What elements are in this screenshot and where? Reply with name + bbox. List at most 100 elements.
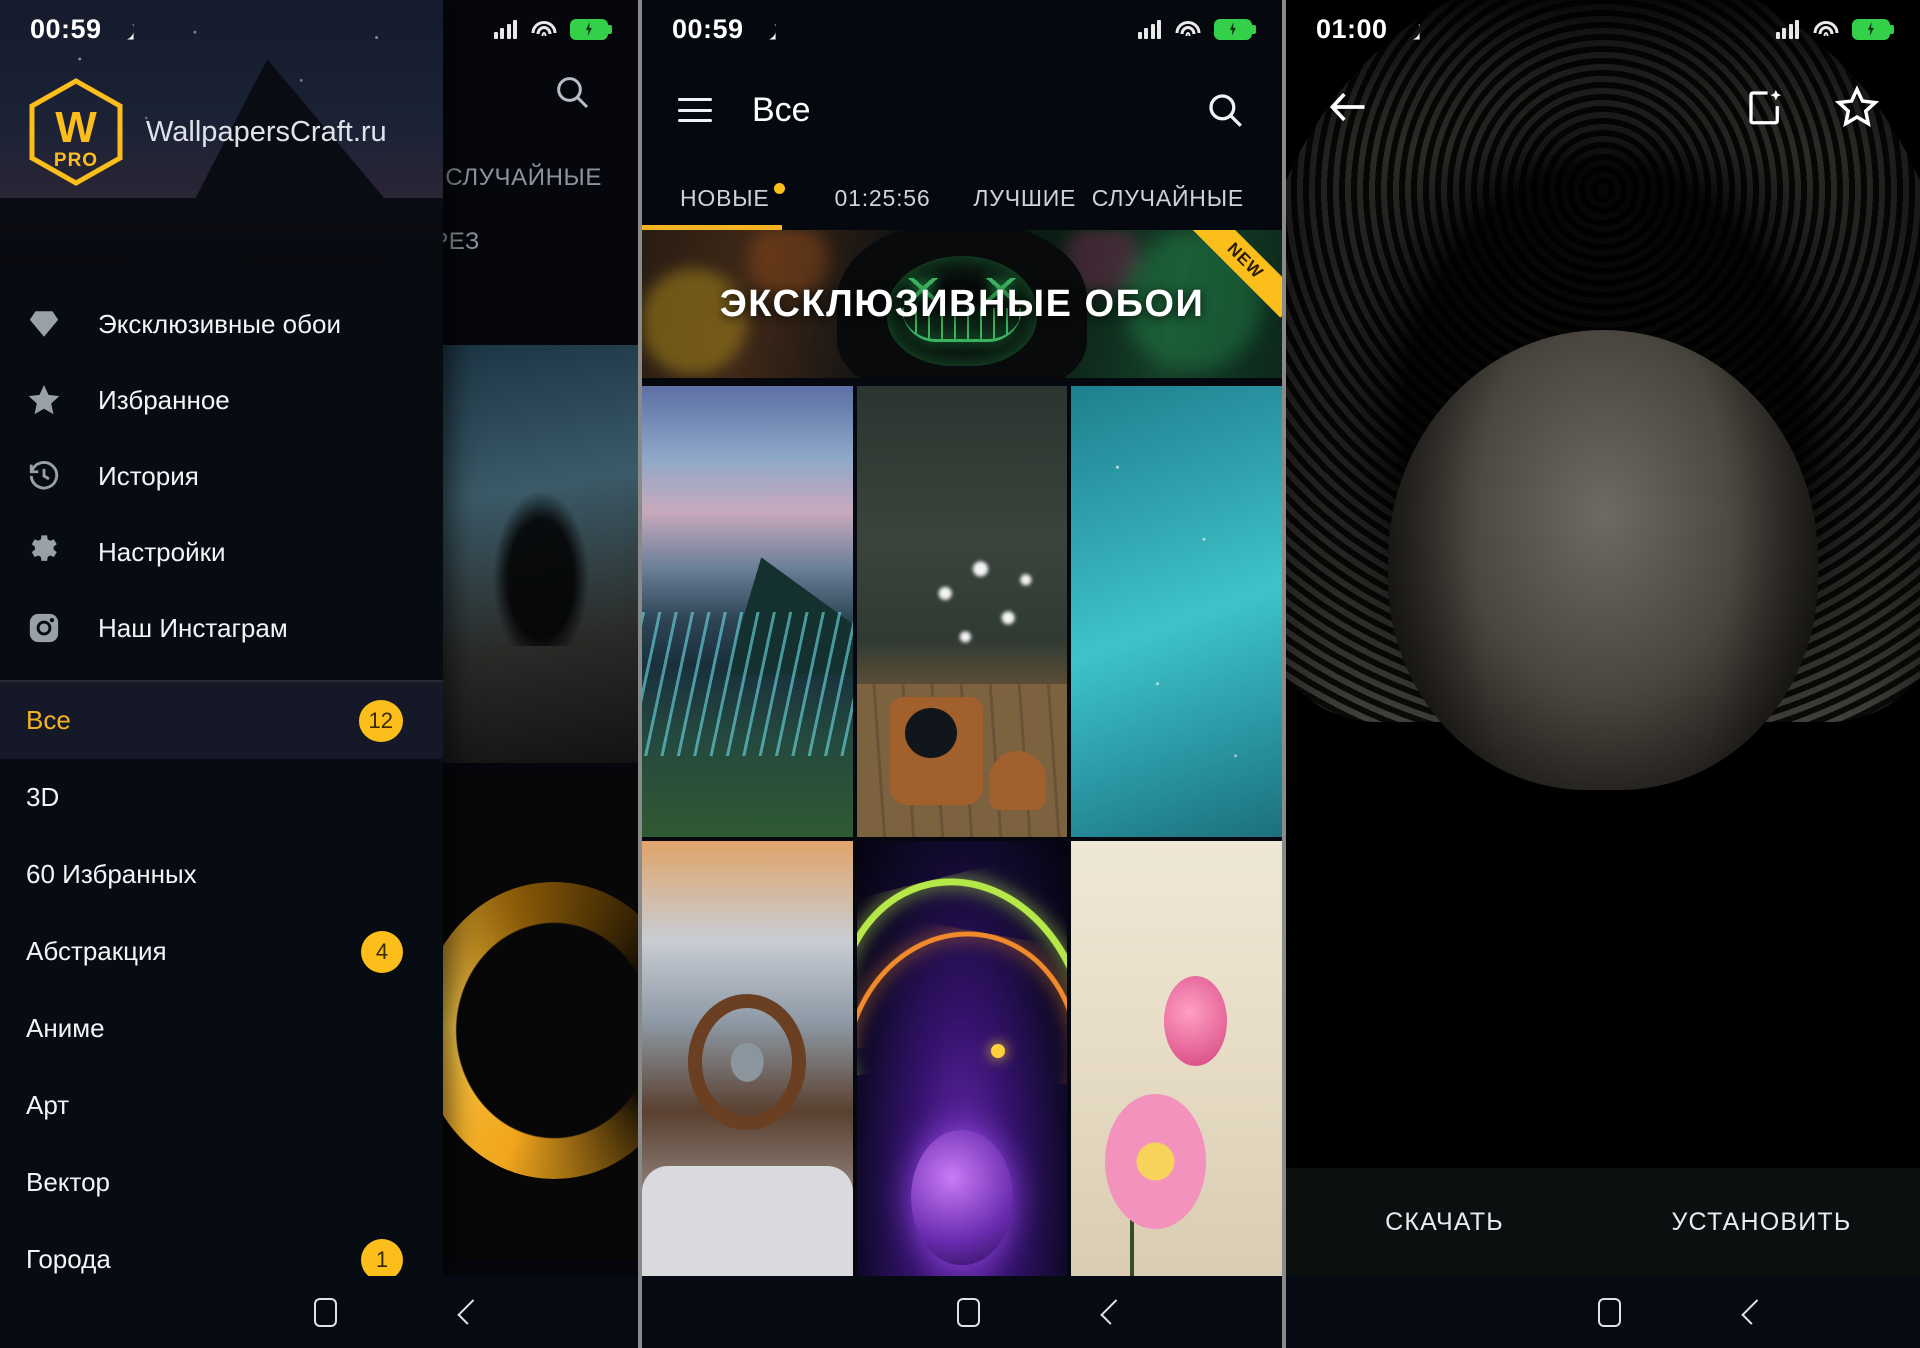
system-navigation-bar: [642, 1276, 1282, 1348]
category-item-abstraction[interactable]: Абстракция 4: [0, 913, 443, 990]
do-not-disturb-moon-icon: [113, 19, 134, 40]
back-icon[interactable]: [1741, 1299, 1767, 1325]
category-badge: 1: [361, 1238, 403, 1281]
recents-icon[interactable]: [804, 1302, 831, 1322]
battery-charging-icon: [1852, 18, 1894, 40]
category-item-anime[interactable]: Аниме: [0, 990, 443, 1067]
wallpaper-preview-hooded-cat[interactable]: [1286, 0, 1920, 1348]
status-bar: 01:00: [1286, 0, 1920, 58]
home-icon[interactable]: [957, 1297, 980, 1327]
phone-wallpaper-detail: СКАЧАТЬ УСТАНОВИТЬ 01:00: [1286, 0, 1920, 1348]
history-icon: [22, 459, 66, 493]
navigation-drawer: W PRO WallpapersCraft.ru Эксклюзивные об…: [0, 0, 443, 1281]
status-time: 01:00: [1316, 13, 1388, 44]
tab-random[interactable]: СЛУЧАЙНЫЕ: [1092, 185, 1244, 228]
category-item-3d[interactable]: 3D: [0, 759, 443, 836]
category-label: Вектор: [26, 1167, 111, 1197]
category-item-60favorites[interactable]: 60 Избранных: [0, 836, 443, 913]
wifi-icon: [531, 20, 556, 39]
drawer-item-exclusive[interactable]: Эксклюзивные обои: [0, 286, 443, 362]
search-icon[interactable]: [552, 72, 592, 112]
signal-icon: [1775, 19, 1799, 39]
signal-icon: [493, 19, 517, 39]
detail-app-bar: [1286, 58, 1920, 156]
wallpaper-thumb-neon-space-abstract[interactable]: [856, 841, 1068, 1292]
category-label: 3D: [26, 782, 60, 812]
thumbnail-heart-hands[interactable]: [443, 345, 638, 763]
tab-new-dot-indicator: [774, 183, 786, 194]
exclusive-wallpapers-banner[interactable]: ЭКСКЛЮЗИВНЫЕ ОБОИ NEW: [642, 230, 1282, 378]
drawer-item-history[interactable]: История: [0, 438, 443, 514]
drawer-item-instagram[interactable]: Наш Инстаграм: [0, 590, 443, 666]
status-time: 00:59: [672, 13, 744, 44]
svg-text:PRO: PRO: [54, 150, 98, 171]
app-logo-icon: W PRO: [28, 78, 124, 186]
back-icon[interactable]: [1100, 1299, 1126, 1325]
recents-icon[interactable]: [1445, 1302, 1472, 1322]
tab-new[interactable]: НОВЫЕ: [680, 183, 807, 228]
home-icon[interactable]: [1598, 1297, 1621, 1327]
star-outline-icon[interactable]: [1834, 84, 1880, 130]
star-icon: [22, 382, 66, 418]
new-ribbon: NEW: [1186, 230, 1282, 326]
arrow-left-icon[interactable]: [1326, 85, 1370, 129]
system-navigation-bar: [0, 1276, 638, 1348]
category-label: Арт: [26, 1090, 70, 1120]
download-button[interactable]: СКАЧАТЬ: [1286, 1208, 1603, 1237]
category-label: Абстракция: [26, 936, 167, 966]
svg-text:W: W: [55, 103, 97, 152]
wallpaper-thumb-teapot-on-pier[interactable]: [856, 386, 1068, 837]
new-ribbon-label: NEW: [1188, 230, 1282, 318]
battery-charging-icon: [1214, 18, 1256, 40]
recents-icon[interactable]: [161, 1302, 188, 1322]
category-badge: 4: [361, 930, 403, 973]
battery-charging-icon: [570, 18, 612, 40]
wifi-icon: [1813, 20, 1838, 39]
site-name: WallpapersCraft.ru: [146, 115, 387, 148]
tab-active-underline: [642, 225, 782, 230]
category-label: Города: [26, 1244, 111, 1274]
category-label: Все: [26, 705, 71, 735]
wallpaper-grid: [642, 386, 1282, 1348]
home-icon[interactable]: [314, 1297, 337, 1327]
wallpaper-thumb-classic-car-interior[interactable]: [642, 841, 853, 1292]
category-item-vector[interactable]: Вектор: [0, 1144, 443, 1221]
wallpaper-thumb-teal-gradient[interactable]: [1071, 386, 1282, 837]
tab-best[interactable]: ЛУЧШИЕ: [958, 185, 1092, 228]
wifi-icon: [1175, 20, 1200, 39]
wallpaper-thumb-iceland-river-landscape[interactable]: [642, 386, 853, 837]
status-bar: 00:59: [0, 0, 638, 58]
tab-bar: НОВЫЕ 01:25:56 ЛУЧШИЕ СЛУЧАЙНЫЕ: [642, 162, 1282, 228]
tab-new-label: НОВЫЕ: [680, 185, 770, 211]
search-icon[interactable]: [1204, 89, 1246, 131]
drawer-item-label: Настройки: [98, 536, 226, 567]
gear-icon: [22, 535, 66, 569]
category-item-art[interactable]: Арт: [0, 1067, 443, 1144]
page-title: Все: [752, 90, 811, 129]
drawer-item-label: Эксклюзивные обои: [98, 308, 342, 339]
magic-edit-icon[interactable]: [1744, 86, 1786, 128]
category-item-all[interactable]: Все 12: [0, 682, 443, 759]
do-not-disturb-moon-icon: [755, 19, 776, 40]
drawer-item-label: История: [98, 460, 199, 491]
diamond-icon: [22, 307, 66, 341]
drawer-item-favorites[interactable]: Избранное: [0, 362, 443, 438]
app-bar-region: Все НОВЫЕ 01:25:56 ЛУЧШИЕ СЛУЧАЙНЫЕ: [642, 58, 1282, 230]
back-icon[interactable]: [457, 1299, 483, 1325]
signal-icon: [1137, 19, 1161, 39]
system-navigation-bar: [1286, 1276, 1920, 1348]
drawer-item-settings[interactable]: Настройки: [0, 514, 443, 590]
drawer-item-label: Наш Инстаграм: [98, 612, 288, 643]
tab-random-behind[interactable]: СЛУЧАЙНЫЕ: [445, 164, 602, 192]
status-bar: 00:59: [642, 0, 1282, 58]
category-label: Аниме: [26, 1013, 105, 1043]
install-button[interactable]: УСТАНОВИТЬ: [1603, 1208, 1920, 1237]
thumbnail-light-swirl[interactable]: [443, 775, 638, 1260]
instagram-icon: [22, 611, 66, 645]
tab-timer[interactable]: 01:25:56: [807, 185, 958, 228]
drawer-menu: Эксклюзивные обои Избранное История Наст…: [0, 268, 443, 666]
category-label: 60 Избранных: [26, 859, 197, 889]
status-time: 00:59: [30, 13, 102, 44]
hamburger-icon[interactable]: [678, 98, 712, 122]
wallpaper-thumb-pink-flowers[interactable]: [1071, 841, 1282, 1292]
